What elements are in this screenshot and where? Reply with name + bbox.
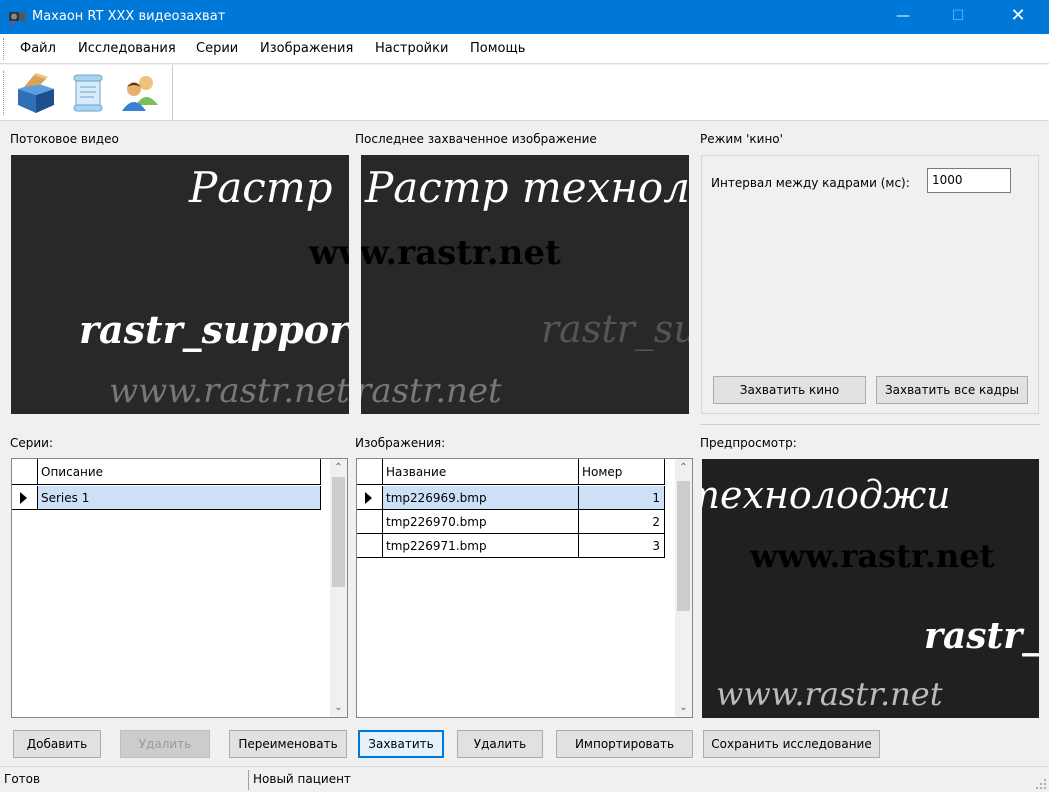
image-row-number[interactable]: 1 [579, 486, 665, 510]
toolbar-separator [172, 65, 173, 121]
menu-file[interactable]: Файл [20, 41, 56, 56]
delete-image-button[interactable]: Удалить [457, 730, 543, 758]
video-text-line2: www.rastr.net [309, 233, 349, 273]
divider [700, 424, 1040, 425]
capture-all-frames-button[interactable]: Захватить все кадры [876, 376, 1028, 404]
menu-grip [3, 38, 5, 60]
scroll-up-icon[interactable]: ⌃ [330, 459, 347, 476]
current-row-icon [20, 492, 27, 504]
status-text: Готов [4, 772, 41, 786]
image-row-header[interactable] [357, 510, 383, 534]
preview-image: Растр технолоджи www.rastr.net rastr_sup… [702, 459, 1039, 718]
toolbar-grip [3, 71, 5, 115]
series-grid[interactable]: Описание Series 1 ⌃ ⌄ [11, 458, 348, 718]
series-row-description[interactable]: Series 1 [38, 486, 321, 510]
capture-button[interactable]: Захватить [358, 730, 444, 758]
series-grid-corner [12, 459, 38, 485]
video-text-line4: www.rastr.net [109, 371, 349, 411]
preview-text-line1: Растр технолоджи [702, 473, 951, 517]
scroll-up-icon[interactable]: ⌃ [675, 459, 692, 476]
scroll-down-icon[interactable]: ⌄ [330, 699, 347, 716]
last-captured-image: Растр технолоджи www.rastr.net rastr_sup… [361, 155, 689, 414]
title-bar: Махаон RT XXX видеозахват — ☐ ✕ [0, 0, 1049, 34]
patients-icon[interactable] [118, 71, 162, 115]
import-button[interactable]: Импортировать [556, 730, 693, 758]
scroll-down-icon[interactable]: ⌄ [675, 699, 692, 716]
image-row-name[interactable]: tmp226970.bmp [383, 510, 579, 534]
video-text-line3: rastr_support@rastr.net [79, 307, 349, 352]
capture-text-line1: Растр технолоджи [365, 163, 689, 212]
cinema-mode-label: Режим 'кино' [700, 132, 783, 146]
capture-text-line4: www.rastr.net [361, 371, 502, 411]
images-scroll-thumb[interactable] [677, 481, 690, 611]
menu-images[interactable]: Изображения [260, 41, 353, 56]
save-study-button[interactable]: Сохранить исследование [703, 730, 880, 758]
delete-series-button[interactable]: Удалить [120, 730, 210, 758]
image-row-number[interactable]: 3 [579, 534, 665, 558]
frame-interval-label: Интервал между кадрами (мс): [711, 176, 910, 190]
image-row-name[interactable]: tmp226969.bmp [383, 486, 579, 510]
images-column-name[interactable]: Название [383, 459, 579, 485]
image-row-header[interactable] [357, 534, 383, 558]
document-scroll-icon[interactable] [66, 71, 110, 115]
stream-video-label: Потоковое видео [10, 132, 119, 146]
series-scrollbar[interactable]: ⌃ ⌄ [330, 459, 347, 717]
menu-bar: Файл Исследования Серии Изображения Наст… [0, 34, 1049, 64]
toolbar [0, 65, 1049, 121]
app-icon [9, 11, 25, 25]
maximize-button[interactable]: ☐ [935, 0, 981, 34]
menu-series[interactable]: Серии [196, 41, 238, 56]
series-column-description[interactable]: Описание [38, 459, 321, 485]
resize-grip-icon[interactable] [1035, 778, 1047, 790]
last-capture-label: Последнее захваченное изображение [355, 132, 597, 146]
menu-help[interactable]: Помощь [470, 41, 525, 56]
preview-text-line3: rastr_support@rastr.net [924, 615, 1039, 657]
series-scroll-thumb[interactable] [332, 477, 345, 587]
current-row-icon [365, 492, 372, 504]
menu-settings[interactable]: Настройки [375, 41, 448, 56]
images-column-number[interactable]: Номер [579, 459, 665, 485]
cinema-mode-group: Интервал между кадрами (мс): 1000 Захват… [701, 155, 1039, 414]
status-separator [248, 770, 249, 790]
capture-text-line2: www.rastr.net [361, 233, 561, 273]
capture-movie-button[interactable]: Захватить кино [713, 376, 866, 404]
images-scrollbar[interactable]: ⌃ ⌄ [675, 459, 692, 717]
preview-label: Предпросмотр: [700, 436, 797, 450]
capture-text-line3: rastr_support@rastr.net [541, 307, 689, 351]
preview-text-line4: www.rastr.net [716, 675, 943, 713]
images-label: Изображения: [355, 436, 446, 450]
rename-series-button[interactable]: Переименовать [229, 730, 347, 758]
open-box-icon[interactable] [14, 71, 58, 115]
add-series-button[interactable]: Добавить [13, 730, 101, 758]
preview-text-line2: www.rastr.net [750, 537, 995, 575]
series-label: Серии: [10, 436, 54, 450]
status-bar: Готов Новый пациент [0, 766, 1049, 792]
video-text-line1: Растр технолоджи [189, 163, 349, 212]
image-row-name[interactable]: tmp226971.bmp [383, 534, 579, 558]
frame-interval-input[interactable]: 1000 [927, 168, 1011, 193]
image-row-header[interactable] [357, 486, 383, 510]
window-title: Махаон RT XXX видеозахват [32, 9, 226, 24]
image-row-number[interactable]: 2 [579, 510, 665, 534]
close-button[interactable]: ✕ [995, 0, 1041, 34]
series-row-header[interactable] [12, 486, 38, 510]
minimize-button[interactable]: — [880, 0, 926, 34]
images-grid-corner [357, 459, 383, 485]
images-grid[interactable]: Название Номер tmp226969.bmp 1 tmp226970… [356, 458, 693, 718]
menu-studies[interactable]: Исследования [78, 41, 176, 56]
stream-video: Растр технолоджи www.rastr.net rastr_sup… [11, 155, 349, 414]
patient-status: Новый пациент [253, 772, 351, 786]
